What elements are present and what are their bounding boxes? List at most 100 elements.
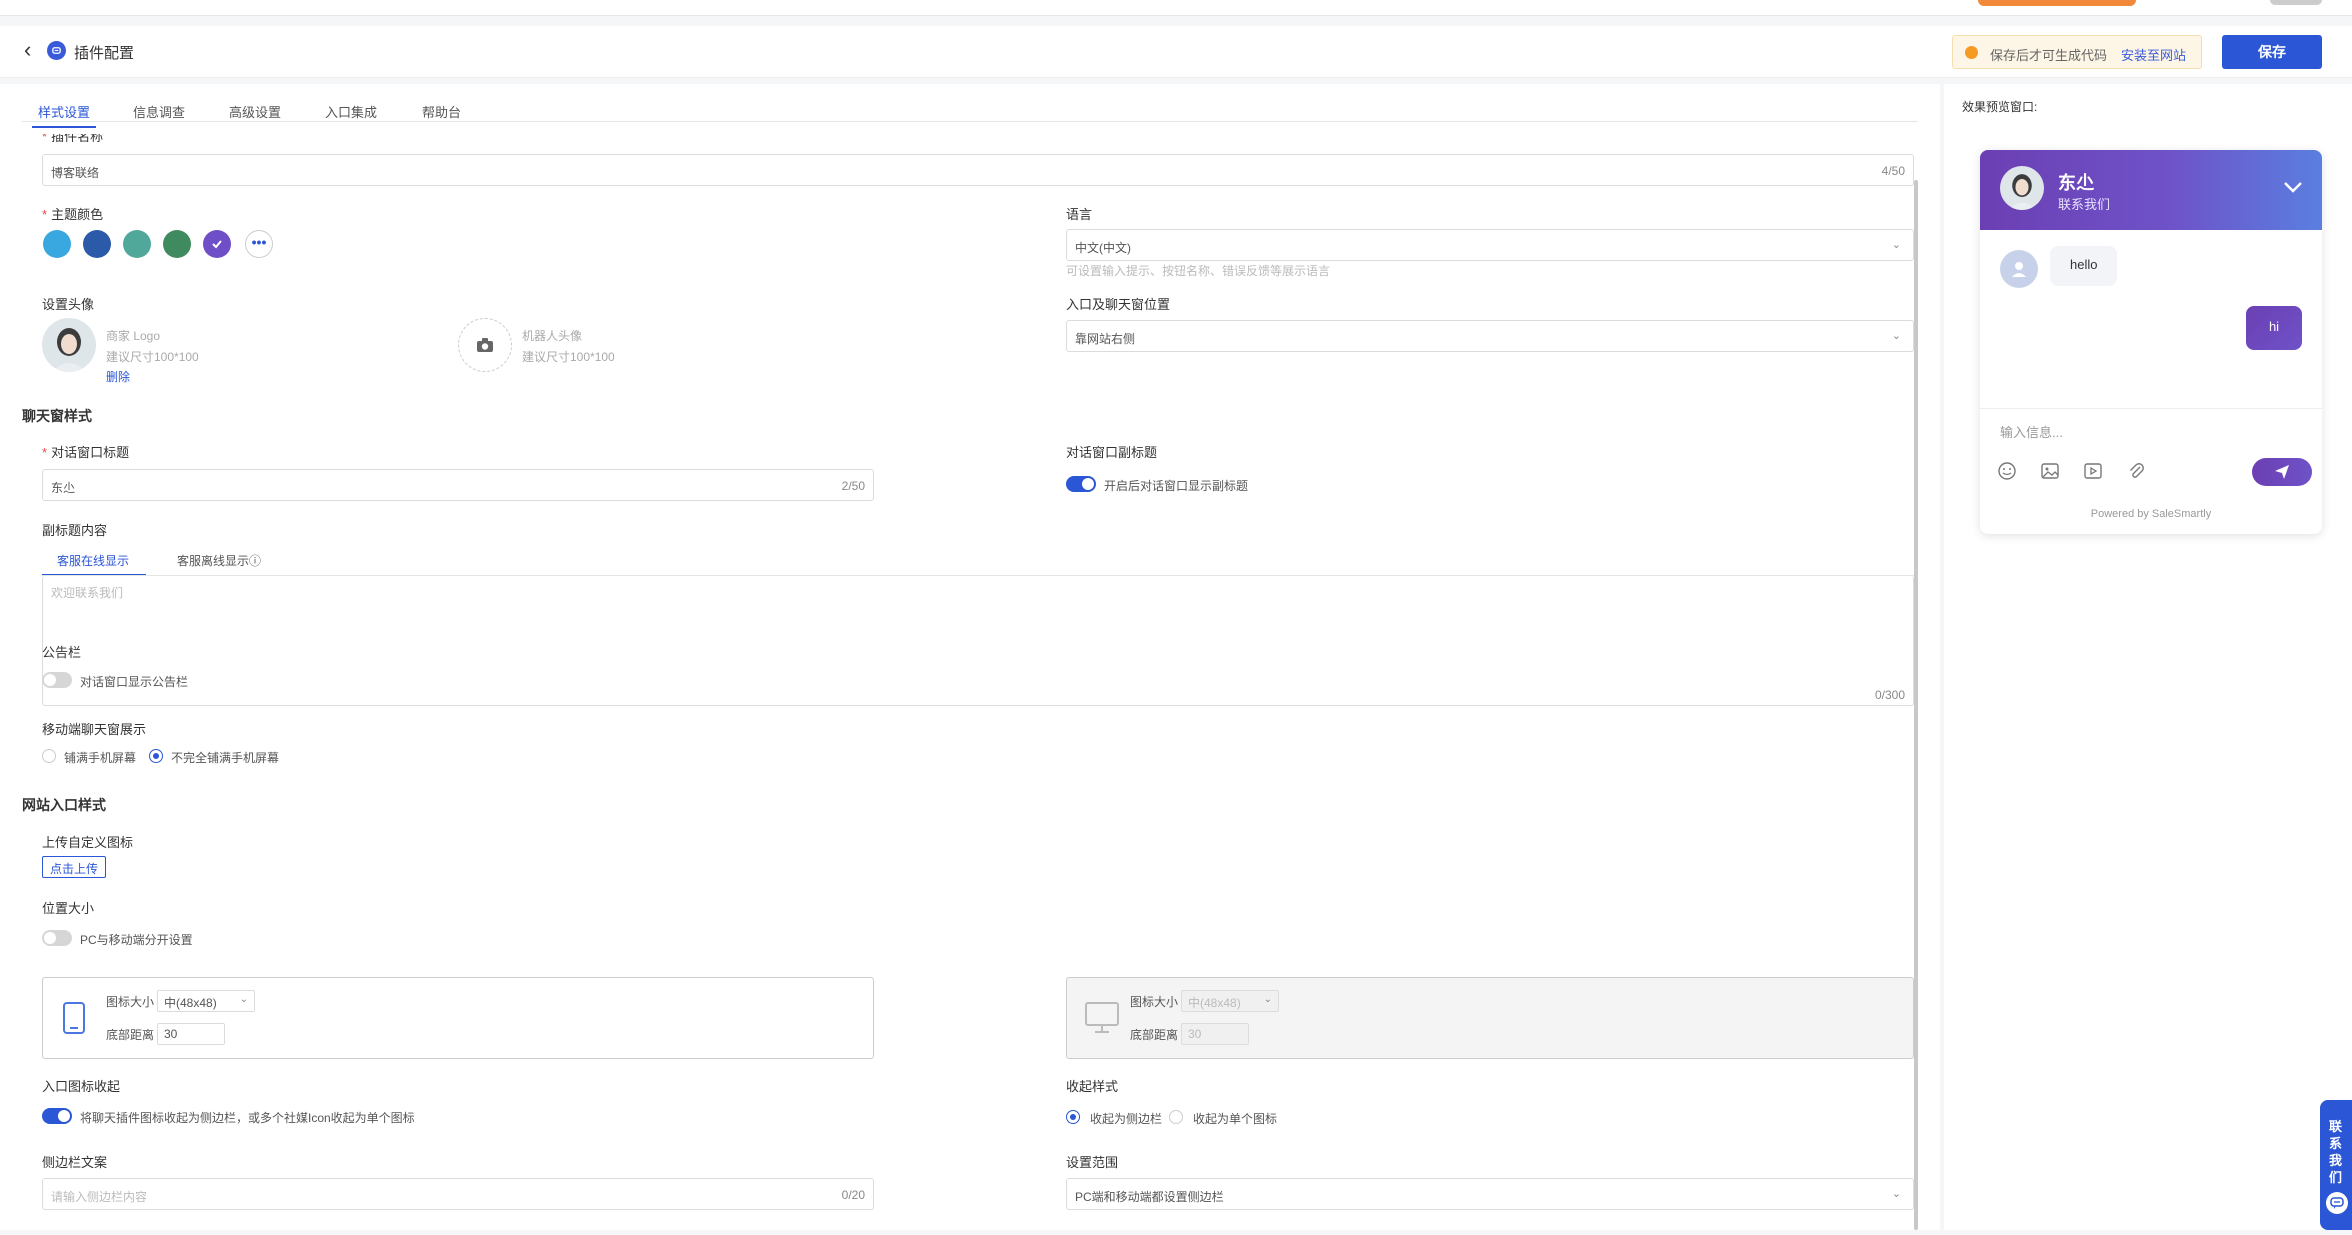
theme-swatch-2[interactable]	[83, 230, 111, 258]
chat-avatar	[2000, 166, 2044, 210]
scope-select[interactable]: PC端和移动端都设置侧边栏 ⌄	[1066, 1178, 1914, 1210]
bottom-distance-input[interactable]: 30	[157, 1023, 225, 1045]
chevron-down-icon: ⌄	[239, 994, 248, 1005]
page-header: ‹ 插件配置 保存后才可生成代码 安装至网站 保存	[0, 26, 2352, 78]
emoji-icon[interactable]	[1996, 460, 2018, 482]
icon-size-value: 中(48x48)	[164, 996, 217, 1010]
tab-advanced[interactable]: 高级设置	[229, 102, 281, 121]
tab-survey[interactable]: 信息调查	[133, 102, 185, 121]
upload-button[interactable]: 点击上传	[42, 856, 107, 878]
merchant-avatar[interactable]	[42, 318, 96, 372]
scrollbar[interactable]	[1914, 180, 1918, 1230]
outgoing-message: hi	[2246, 306, 2302, 350]
save-button[interactable]: 保存	[2222, 35, 2322, 69]
chat-header: 东尐 联系我们	[1980, 150, 2322, 230]
user-avatar-icon	[2000, 250, 2038, 288]
subtitle-toggle[interactable]	[1066, 476, 1096, 492]
subtab-online[interactable]: 客服在线显示	[57, 552, 129, 569]
phone-icon	[63, 1002, 85, 1034]
dialog-subtitle-label: 对话窗口副标题	[1066, 445, 1158, 460]
subtitle-textarea[interactable]: 欢迎联系我们 0/300	[42, 576, 1914, 706]
mobile-partial-text: 不完全铺满手机屏幕	[171, 751, 280, 765]
mobile-full-radio[interactable]	[42, 749, 56, 763]
separate-settings-text: PC与移动端分开设置	[80, 933, 193, 947]
save-notice: 保存后才可生成代码 安装至网站	[1952, 35, 2202, 69]
theme-color-label: 主题颜色	[42, 204, 103, 223]
sidebar-text-count: 0/20	[841, 1188, 865, 1202]
scope-label: 设置范围	[1066, 1155, 1119, 1170]
install-link[interactable]: 安装至网站	[2121, 45, 2186, 64]
dialog-title-label: 对话窗口标题	[42, 442, 129, 461]
notice-text: 保存后才可生成代码	[1990, 48, 2108, 63]
tab-entry[interactable]: 入口集成	[325, 102, 377, 121]
top-orange-tab	[1978, 0, 2136, 6]
entry-position-select[interactable]: 靠网站右侧 ⌄	[1066, 320, 1914, 352]
merchant-logo-label: 商家 Logo	[106, 329, 161, 343]
chat-preview-window: 东尐 联系我们 hello hi 输入信息... Powered by Sale…	[1980, 150, 2322, 534]
top-grey-tab	[2270, 0, 2322, 5]
chevron-down-icon: ⌄	[1263, 994, 1272, 1005]
subtitle-content-label: 副标题内容	[42, 523, 108, 538]
robot-size-hint: 建议尺寸100*100	[522, 350, 615, 364]
entry-style-section-title: 网站入口样式	[22, 797, 106, 813]
mobile-size-box: 图标大小 中(48x48) ⌄ 底部距离 30	[42, 977, 874, 1059]
collapse-sidebar-text: 收起为侧边栏	[1090, 1112, 1163, 1126]
theme-swatch-5-selected[interactable]	[203, 230, 231, 258]
chat-subtitle: 联系我们	[2058, 197, 2111, 212]
theme-swatch-4[interactable]	[163, 230, 191, 258]
bulletin-toggle[interactable]	[42, 672, 72, 688]
bottom-distance-label: 底部距离	[106, 1028, 155, 1042]
chat-input-placeholder[interactable]: 输入信息...	[2000, 422, 2063, 441]
back-arrow-icon[interactable]: ‹	[24, 39, 48, 63]
tab-helpdesk[interactable]: 帮助台	[422, 102, 461, 121]
contact-us-float-button[interactable]: 联系我们	[2320, 1100, 2352, 1230]
plugin-icon	[47, 41, 66, 60]
avatar-label: 设置头像	[42, 297, 95, 312]
image-icon[interactable]	[2039, 460, 2061, 482]
collapse-toggle[interactable]	[42, 1108, 72, 1124]
chat-bubble-icon	[2326, 1192, 2348, 1214]
position-size-label: 位置大小	[42, 901, 95, 916]
sidebar-text-input[interactable]: 请输入侧边栏内容 0/20	[42, 1178, 874, 1210]
language-select[interactable]: 中文(中文) ⌄	[1066, 229, 1914, 261]
send-button[interactable]	[2252, 458, 2312, 486]
chat-name: 东尐	[2058, 173, 2094, 193]
language-hint: 可设置输入提示、按钮名称、错误反馈等展示语言	[1066, 264, 1331, 278]
collapse-single-text: 收起为单个图标	[1193, 1112, 1278, 1126]
more-colors-button[interactable]: •••	[245, 230, 273, 258]
dialog-title-value: 东尐	[51, 481, 76, 495]
scope-value: PC端和移动端都设置侧边栏	[1075, 1190, 1224, 1204]
mobile-full-text: 铺满手机屏幕	[64, 751, 137, 765]
mobile-partial-radio[interactable]	[149, 749, 163, 763]
sidebar-text-label: 侧边栏文案	[42, 1155, 108, 1170]
chevron-down-icon: ⌄	[1891, 1188, 1901, 1200]
icon-size-value-pc: 中(48x48)	[1188, 996, 1241, 1010]
theme-swatch-1[interactable]	[43, 230, 71, 258]
subtitle-placeholder: 欢迎联系我们	[51, 586, 124, 600]
tab-bar: 样式设置 信息调查 高级设置 入口集成 帮助台	[22, 92, 1918, 128]
plugin-name-input[interactable]: 博客联络 4/50	[42, 154, 1914, 186]
robot-avatar-label: 机器人头像	[522, 329, 583, 343]
top-strip	[0, 0, 2352, 16]
theme-swatch-3[interactable]	[123, 230, 151, 258]
robot-avatar-upload[interactable]	[458, 318, 512, 372]
chevron-down-icon: ⌄	[1891, 330, 1901, 342]
video-icon[interactable]	[2082, 460, 2104, 482]
collapse-single-radio[interactable]	[1169, 1110, 1183, 1124]
delete-avatar-link[interactable]: 删除	[106, 368, 130, 385]
chevron-down-icon[interactable]	[2280, 174, 2306, 200]
tab-style[interactable]: 样式设置	[31, 102, 97, 128]
collapse-sidebar-radio[interactable]	[1066, 1110, 1080, 1124]
bottom-distance-value: 30	[164, 1027, 178, 1041]
collapse-label: 入口图标收起	[42, 1079, 121, 1094]
bottom-distance-label-pc: 底部距离	[1130, 1028, 1179, 1042]
plugin-name-count: 4/50	[1881, 164, 1905, 178]
attachment-icon[interactable]	[2125, 460, 2147, 482]
camera-icon	[477, 338, 493, 352]
icon-size-select[interactable]: 中(48x48) ⌄	[157, 990, 255, 1012]
subtab-offline[interactable]: 客服离线显示ⓘ	[177, 552, 261, 569]
chat-input-divider	[1980, 408, 2322, 409]
dialog-title-input[interactable]: 东尐 2/50	[42, 469, 874, 501]
icon-size-select-pc: 中(48x48) ⌄	[1181, 990, 1279, 1012]
separate-settings-toggle[interactable]	[42, 930, 72, 946]
